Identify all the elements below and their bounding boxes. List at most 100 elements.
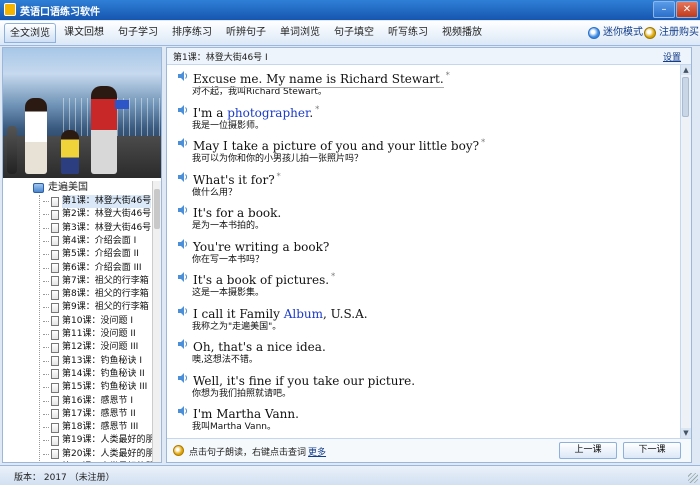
vocab-word[interactable]: Album [284, 307, 323, 321]
sentence-english[interactable]: It's a book of pictures. * [175, 269, 675, 287]
document-icon [51, 422, 59, 433]
settings-link[interactable]: 设置 [663, 50, 681, 63]
sentence-mark: * [331, 272, 336, 281]
next-lesson-button[interactable]: 下一课 [623, 442, 681, 459]
speaker-icon[interactable] [177, 271, 189, 283]
speaker-icon[interactable] [177, 305, 189, 317]
tree-item[interactable]: 第1课：林登大街46号 [43, 195, 152, 208]
tree-item-label: 第6课：介绍会面 III [62, 262, 142, 273]
sentence-english[interactable]: Oh, that's a nice idea. [175, 336, 675, 354]
sentence-english[interactable]: You're writing a book? [175, 236, 675, 254]
sentence-item[interactable]: It's a book of pictures. * 这是一本摄影集。 [175, 269, 675, 300]
register-button[interactable]: 注册购买 [644, 25, 699, 41]
speaker-icon[interactable] [177, 405, 189, 417]
sentence-item[interactable]: It's for a book. 是为一本书拍的。 [175, 202, 675, 233]
tree-item[interactable]: 第14课：钓鱼秘诀 II [43, 368, 145, 381]
content-scroll-thumb[interactable] [682, 77, 689, 117]
minimize-button[interactable]: – [653, 1, 675, 18]
tree-item-label: 第10课：没问题 I [62, 315, 133, 326]
tree-item[interactable]: 第18课：感恩节 III [43, 421, 138, 434]
speaker-icon[interactable] [177, 171, 189, 183]
tree-item-label: 第4课：介绍会面 I [62, 235, 137, 246]
speaker-icon[interactable] [177, 204, 189, 216]
tab-dictation[interactable]: 听写练习 [382, 23, 434, 43]
sentence-text: I'm Martha Vann. [193, 407, 299, 421]
close-button[interactable]: ✕ [676, 1, 698, 18]
sentence-english[interactable]: It's for a book. [175, 202, 675, 220]
sentence-item[interactable]: Excuse me. My name is Richard Stewart. * 对… [175, 68, 675, 99]
speaker-icon[interactable] [177, 70, 189, 82]
tree-item[interactable]: 第5课：介绍会面 II [43, 248, 139, 261]
sentence-english[interactable]: I call it Family Album, U.S.A. [175, 303, 675, 321]
tree-item-label: 第1课：林登大街46号 [62, 195, 152, 208]
tree-item[interactable]: 第21课：人类最好的朋 [43, 461, 153, 462]
tree-root[interactable]: 走遍美国 [33, 181, 88, 195]
tree-item[interactable]: 第6课：介绍会面 III [43, 262, 142, 275]
sentence-item[interactable]: Oh, that's a nice idea. 噢,这想法不错。 [175, 336, 675, 367]
tree-item[interactable]: 第19课：人类最好的朋 [43, 434, 153, 447]
tab-full-text[interactable]: 全文浏览 [4, 23, 56, 43]
sentence-item[interactable]: I'm a photographer. * 我是一位摄影师。 [175, 102, 675, 133]
tree-item[interactable]: 第3课：林登大街46号 [43, 222, 151, 235]
sentence-item[interactable]: I'm Martha Vann. 我叫Martha Vann。 [175, 403, 675, 434]
tree-item[interactable]: 第2课：林登大街46号 [43, 208, 151, 221]
lightbulb-icon [173, 445, 184, 456]
sentence-english[interactable]: What's it for? * [175, 169, 675, 187]
document-icon [51, 409, 59, 420]
sentence-english[interactable]: Excuse me. My name is Richard Stewart. * [175, 68, 675, 88]
tree-item[interactable]: 第20课：人类最好的朋 [43, 448, 153, 461]
content-scrollbar[interactable]: ▲ ▼ [680, 65, 691, 438]
tree-item[interactable]: 第11课：没问题 II [43, 328, 136, 341]
sentence-english[interactable]: May I take a picture of you and your lit… [175, 135, 675, 153]
tree-item[interactable]: 第8课：祖父的行李箱 [43, 288, 149, 301]
tab-video[interactable]: 视频播放 [436, 23, 488, 43]
tree-item[interactable]: 第7课：祖父的行李箱 [43, 275, 149, 288]
tree-item-label: 第5课：介绍会面 II [62, 249, 139, 260]
speaker-icon[interactable] [177, 104, 189, 116]
vocab-word[interactable]: photographer [227, 106, 309, 120]
tree-item[interactable]: 第12课：没问题 III [43, 341, 138, 354]
sentence-item[interactable]: Well, it's fine if you take our picture.… [175, 370, 675, 401]
tree-item[interactable]: 第9课：祖父的行李箱 [43, 301, 149, 314]
sentence-mark: * [315, 104, 320, 114]
tab-fill-blank[interactable]: 句子填空 [328, 23, 380, 43]
speaker-icon[interactable] [177, 372, 189, 384]
tree-item[interactable]: 第10课：没问题 I [43, 315, 133, 328]
speaker-icon[interactable] [177, 238, 189, 250]
tree-item[interactable]: 第4课：介绍会面 I [43, 235, 136, 248]
tab-listen-sentences[interactable]: 听辨句子 [220, 23, 272, 43]
sentence-english[interactable]: I'm Martha Vann. [175, 403, 675, 421]
sentence-chinese: 你想为我们拍照就请吧。 [192, 388, 292, 399]
scroll-up-icon[interactable]: ▲ [681, 65, 691, 75]
sentence-item[interactable]: You're writing a book? 你在写一本书吗？ [175, 236, 675, 267]
sentence-item[interactable]: What's it for? * 做什么用？ [175, 169, 675, 200]
sentence-item[interactable]: May I take a picture of you and your lit… [175, 135, 675, 166]
speaker-icon[interactable] [177, 338, 189, 350]
prev-lesson-button[interactable]: 上一课 [559, 442, 617, 459]
sentence-chinese: 是为一本书拍的。 [192, 221, 265, 231]
more-link[interactable]: 更多 [308, 448, 326, 458]
tree-scroll-thumb[interactable] [154, 189, 160, 229]
mini-mode-button[interactable]: 迷你模式 [588, 25, 643, 41]
tree-item[interactable]: 第16课：感恩节 I [43, 395, 133, 408]
scroll-down-icon[interactable]: ▼ [681, 428, 691, 438]
document-icon [51, 435, 59, 446]
speaker-icon[interactable] [177, 137, 189, 149]
sentence-english[interactable]: Well, it's fine if you take our picture. [175, 370, 675, 388]
tree-item[interactable]: 第13课：钓鱼秘诀 I [43, 355, 142, 368]
app-icon [4, 3, 16, 16]
sentence-text: What's it for? [193, 172, 275, 187]
document-icon [51, 329, 59, 340]
tree-item[interactable]: 第15课：钓鱼秘诀 III [43, 381, 147, 394]
tree-scrollbar[interactable] [152, 181, 161, 462]
tree-item-label: 第14课：钓鱼秘诀 II [62, 368, 145, 379]
tree-item-label: 第2课：林登大街46号 [62, 209, 152, 220]
tree-item[interactable]: 第17课：感恩节 II [43, 408, 136, 421]
resize-grip-icon[interactable] [688, 473, 698, 483]
tab-sentence-study[interactable]: 句子学习 [112, 23, 164, 43]
tab-text-recall[interactable]: 课文回想 [58, 23, 110, 43]
tab-word-browse[interactable]: 单词浏览 [274, 23, 326, 43]
tab-sort-practice[interactable]: 排序练习 [166, 23, 218, 43]
sentence-english[interactable]: I'm a photographer. * [175, 102, 675, 120]
sentence-item[interactable]: I call it Family Album, U.S.A. 我称之为"走遍美国"… [175, 303, 675, 334]
